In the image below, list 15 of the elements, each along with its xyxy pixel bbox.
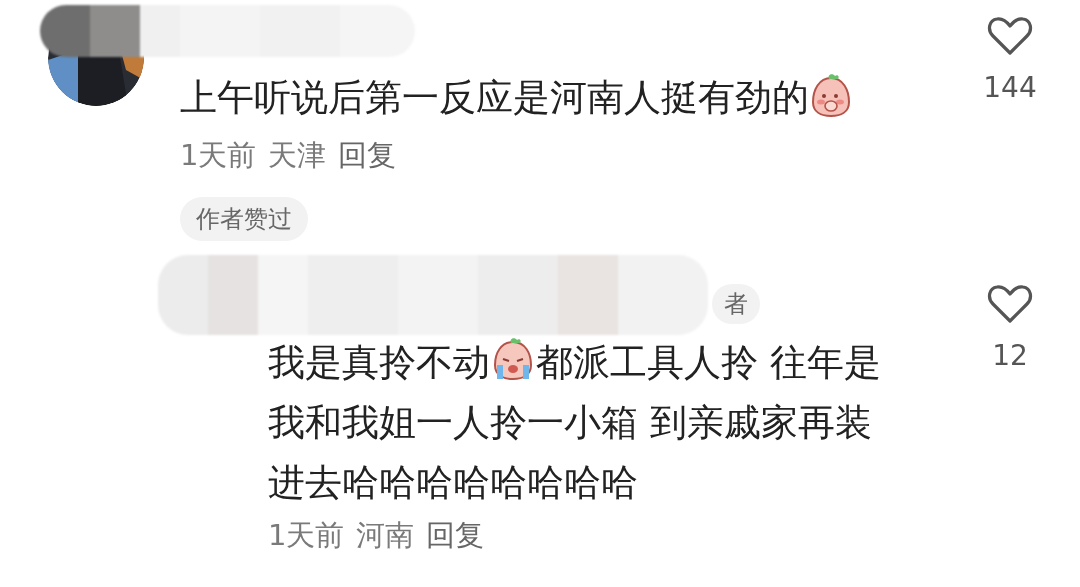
- comment-text: 我是真拎不动 都派工具人拎 往年是我和我姐一人拎一小箱 到亲戚家再装进去哈哈哈哈哈哈哈哈: [268, 333, 893, 513]
- blushing-face-icon: [809, 72, 853, 118]
- author-liked-badge: 作者赞过: [180, 197, 308, 241]
- reply-link[interactable]: 回复: [426, 517, 485, 553]
- comment-time: 1天前: [268, 517, 345, 553]
- author-badge: 者: [712, 284, 760, 324]
- like-count: 144: [983, 71, 1037, 105]
- comment-text: 上午听说后第一反应是河南人挺有劲的: [180, 72, 940, 121]
- comment-time: 1天前: [180, 137, 257, 173]
- heart-icon[interactable]: [987, 15, 1033, 57]
- heart-icon[interactable]: [987, 283, 1033, 325]
- comment-location: 河南: [356, 517, 415, 553]
- like-count: 12: [992, 339, 1028, 373]
- reply-link[interactable]: 回复: [338, 137, 397, 173]
- comment-location: 天津: [268, 137, 327, 173]
